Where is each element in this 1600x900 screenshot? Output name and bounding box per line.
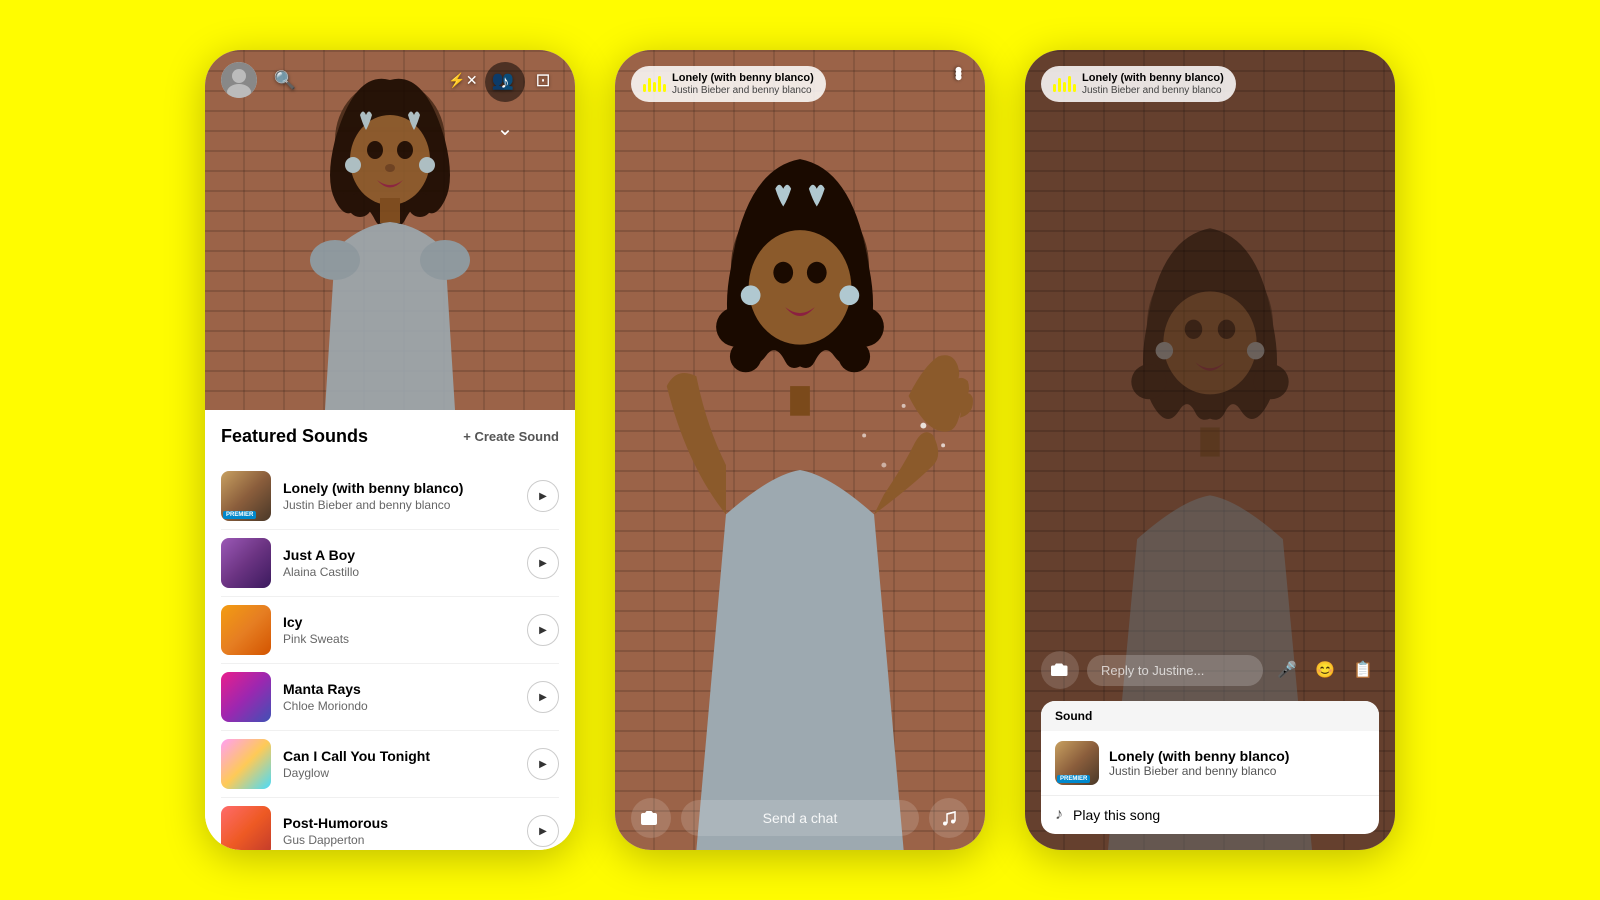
phone-2: Lonely (with benny blanco) Justin Bieber… — [615, 50, 985, 850]
create-sound-button[interactable]: + Create Sound — [463, 429, 559, 444]
mic-icon[interactable]: 🎤 — [1271, 654, 1303, 686]
song-tag-phone3[interactable]: Lonely (with benny blanco) Justin Bieber… — [1041, 66, 1236, 102]
sound-title: Can I Call You Tonight — [283, 748, 515, 764]
play-song-row[interactable]: ♪ Play this song — [1041, 795, 1379, 834]
sound-title: Just A Boy — [283, 547, 515, 563]
sound-item: Just A Boy Alaina Castillo ▶ — [221, 530, 559, 597]
sticker-icon[interactable]: 📋 — [1347, 654, 1379, 686]
sound-info: Can I Call You Tonight Dayglow — [283, 748, 515, 780]
play-button[interactable]: ▶ — [527, 681, 559, 713]
sound-info: Manta Rays Chloe Moriondo — [283, 681, 515, 713]
phone2-header: Lonely (with benny blanco) Justin Bieber… — [615, 50, 985, 118]
premier-badge: PREMIER — [223, 511, 256, 519]
music-note-button[interactable] — [929, 798, 969, 838]
sound-thumbnail: PREMIER — [221, 471, 271, 521]
sound-artist: Gus Dapperton — [283, 833, 515, 847]
sound-waves-phone3 — [1053, 76, 1076, 92]
phone-3: Lonely (with benny blanco) Justin Bieber… — [1025, 50, 1395, 850]
play-button[interactable]: ▶ — [527, 614, 559, 646]
flash-icon[interactable]: ⚡✕ — [447, 64, 479, 96]
song-tag-title-phone3: Lonely (with benny blanco) — [1082, 72, 1224, 85]
featured-sounds-panel: Featured Sounds + Create Sound PREMIER L… — [205, 410, 575, 850]
chat-placeholder: Send a chat — [763, 810, 838, 826]
sound-card: Sound PREMIER Lonely (with benny blanco)… — [1041, 701, 1379, 834]
play-button[interactable]: ▶ — [527, 748, 559, 780]
sound-item: Can I Call You Tonight Dayglow ▶ — [221, 731, 559, 798]
reply-bar: Reply to Justine... 🎤 😊 📋 — [1041, 651, 1379, 689]
camera-button[interactable] — [631, 798, 671, 838]
sound-thumbnail — [221, 538, 271, 588]
sound-info: Lonely (with benny blanco) Justin Bieber… — [283, 480, 515, 512]
sound-artist: Chloe Moriondo — [283, 699, 515, 713]
chat-input[interactable]: Send a chat — [681, 800, 919, 836]
song-tag-text: Lonely (with benny blanco) Justin Bieber… — [672, 72, 814, 96]
sound-waves — [643, 76, 666, 92]
sound-info: Post-Humorous Gus Dapperton — [283, 815, 515, 847]
search-icon[interactable]: 🔍 — [269, 64, 301, 96]
phone3-header: Lonely (with benny blanco) Justin Bieber… — [1025, 50, 1395, 118]
reply-icons: 🎤 😊 📋 — [1271, 654, 1379, 686]
sound-title: Manta Rays — [283, 681, 515, 697]
phone3-bottom: Reply to Justine... 🎤 😊 📋 Sound PREMIER — [1025, 639, 1395, 850]
reply-placeholder: Reply to Justine... — [1101, 663, 1204, 678]
sound-thumbnail — [221, 672, 271, 722]
sound-info: Icy Pink Sweats — [283, 614, 515, 646]
sound-artist: Alaina Castillo — [283, 565, 515, 579]
sound-title: Lonely (with benny blanco) — [283, 480, 515, 496]
reply-input[interactable]: Reply to Justine... — [1087, 655, 1263, 686]
featured-header: Featured Sounds + Create Sound — [221, 426, 559, 447]
sound-card-artist: Justin Bieber and benny blanco — [1109, 764, 1365, 778]
sound-card-info: Lonely (with benny blanco) Justin Bieber… — [1109, 748, 1365, 778]
header-left: 🔍 — [221, 62, 301, 98]
sound-artist: Justin Bieber and benny blanco — [283, 498, 515, 512]
sound-item: Manta Rays Chloe Moriondo ▶ — [221, 664, 559, 731]
play-song-label: Play this song — [1073, 807, 1160, 823]
music-note-icon: ♪ — [1055, 806, 1063, 824]
play-button[interactable]: ▶ — [527, 480, 559, 512]
song-tag[interactable]: Lonely (with benny blanco) Justin Bieber… — [631, 66, 826, 102]
phone2-bottom-bar: Send a chat — [615, 786, 985, 850]
sound-card-thumbnail: PREMIER — [1055, 741, 1099, 785]
sound-artist: Pink Sweats — [283, 632, 515, 646]
scan-icon[interactable]: ⊡ — [527, 64, 559, 96]
chevron-down[interactable]: ⌄ — [487, 110, 523, 146]
sound-card-title: Lonely (with benny blanco) — [1109, 748, 1365, 764]
sound-title: Icy — [283, 614, 515, 630]
sound-item: PREMIER Lonely (with benny blanco) Justi… — [221, 463, 559, 530]
sound-item: Icy Pink Sweats ▶ — [221, 597, 559, 664]
song-tag-artist-phone3: Justin Bieber and benny blanco — [1082, 85, 1224, 96]
play-button[interactable]: ▶ — [527, 547, 559, 579]
premier-badge: PREMIER — [1057, 775, 1090, 783]
phone-1: 🔍 ⚡✕ 👥 ⊡ ♪ ⌄ Featured Sounds + Create So… — [205, 50, 575, 850]
sound-info: Just A Boy Alaina Castillo — [283, 547, 515, 579]
music-button[interactable]: ♪ — [485, 62, 525, 102]
sound-thumbnail — [221, 605, 271, 655]
sound-thumbnail — [221, 806, 271, 850]
song-tag-title: Lonely (with benny blanco) — [672, 72, 814, 85]
sound-card-item: PREMIER Lonely (with benny blanco) Justi… — [1041, 731, 1379, 795]
chat-bar: Send a chat — [631, 798, 969, 838]
sound-artist: Dayglow — [283, 766, 515, 780]
song-tag-text-phone3: Lonely (with benny blanco) Justin Bieber… — [1082, 72, 1224, 96]
sound-item: Post-Humorous Gus Dapperton ▶ — [221, 798, 559, 850]
reply-camera-button[interactable] — [1041, 651, 1079, 689]
avatar[interactable] — [221, 62, 257, 98]
song-tag-artist: Justin Bieber and benny blanco — [672, 85, 814, 96]
sound-list: PREMIER Lonely (with benny blanco) Justi… — [221, 463, 559, 850]
sound-title: Post-Humorous — [283, 815, 515, 831]
more-options-icon[interactable]: ••• — [947, 66, 969, 77]
featured-title: Featured Sounds — [221, 426, 368, 447]
emoji-icon[interactable]: 😊 — [1309, 654, 1341, 686]
sound-thumbnail — [221, 739, 271, 789]
sound-label: Sound — [1055, 709, 1092, 723]
sound-card-header: Sound — [1041, 701, 1379, 731]
play-button[interactable]: ▶ — [527, 815, 559, 847]
